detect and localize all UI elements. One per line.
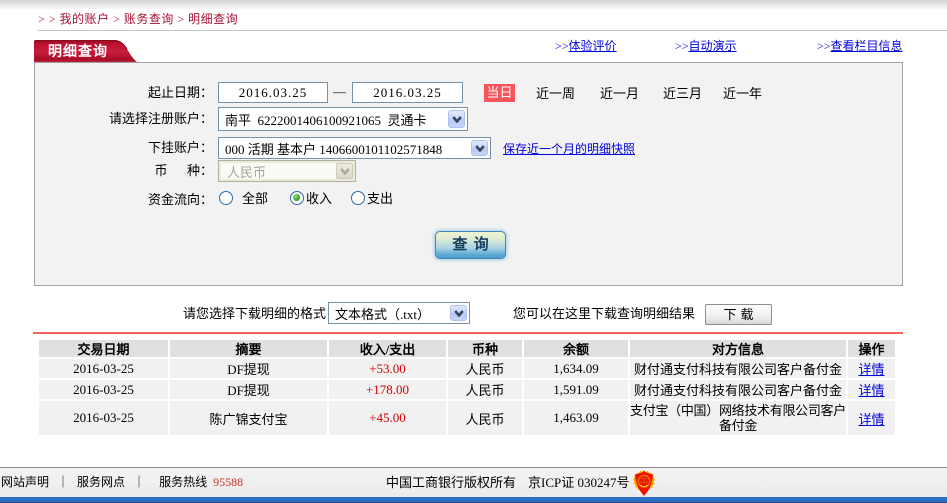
date-range-label: 起止日期：	[147, 85, 213, 100]
date-from-input[interactable]	[218, 82, 328, 103]
chevron-glyph	[453, 309, 464, 317]
detail-link[interactable]: 详情	[858, 359, 884, 378]
chevron-glyph	[451, 115, 462, 123]
cell-counterparty: 财付通支付科技有限公司客户备付金	[630, 359, 846, 378]
footer-copyright: 中国工商银行版权所有 京ICP证 030247号	[386, 475, 630, 490]
cell-date: 2016-03-25	[39, 380, 168, 399]
col-header-counterparty: 对方信息	[630, 340, 846, 357]
chevron-glyph	[339, 167, 350, 175]
table-top-divider	[33, 332, 903, 334]
date-to-input[interactable]	[352, 82, 463, 103]
download-format-select[interactable]: 文本格式（.txt）	[328, 302, 470, 324]
radio-expense-label[interactable]: 支出	[367, 190, 393, 207]
footer-link-branches[interactable]: 服务网点	[77, 475, 125, 489]
detail-link[interactable]: 详情	[858, 380, 884, 399]
breadcrumb-item-detail-query[interactable]: 明细查询	[188, 12, 238, 26]
cell-action: 详情	[848, 380, 895, 399]
download-button[interactable]: 下载	[705, 304, 772, 325]
footer-bottom-bar	[0, 497, 947, 503]
link-column-info[interactable]: >>查看栏目信息	[817, 39, 903, 54]
chevron-down-icon[interactable]	[450, 305, 467, 321]
chevron-down-icon[interactable]	[448, 110, 465, 128]
cell-summary: DF提现	[170, 380, 327, 399]
cell-date: 2016-03-25	[39, 359, 168, 378]
col-header-action: 操作	[848, 340, 895, 357]
cell-date: 2016-03-25	[39, 401, 168, 435]
cell-amount: +178.00	[329, 380, 446, 399]
quick-range-month[interactable]: 近一月	[600, 85, 639, 102]
top-gradient-strip	[0, 0, 947, 9]
cell-counterparty: 财付通支付科技有限公司客户备付金	[630, 380, 846, 399]
transaction-table: 交易日期 摘要 收入/支出 币种 余额 对方信息 操作 2016-03-25 D…	[39, 340, 895, 435]
save-snapshot-link[interactable]: 保存近一个月的明细快照	[503, 142, 635, 157]
register-account-select[interactable]: 南平 6222001406100921065 灵通卡	[218, 107, 468, 131]
cell-counterparty: 支付宝（中国）网络技术有限公司客户备付金	[630, 401, 846, 435]
hotline-number: 95588	[213, 475, 244, 489]
fund-flow-label: 资金流向：	[147, 192, 213, 207]
breadcrumb-separator: >	[173, 12, 189, 26]
footer-links: 网站声明 ｜ 服务网点 ｜ 服务热线 95588	[1, 475, 243, 490]
currency-label: 币 种：	[154, 163, 213, 178]
radio-expense[interactable]	[351, 191, 365, 205]
date-range-separator: —	[333, 84, 346, 99]
breadcrumb-prefix: > >	[38, 12, 60, 26]
cell-currency: 人民币	[448, 359, 522, 378]
quick-range-year[interactable]: 近一年	[723, 85, 762, 102]
download-hint-label: 您可以在这里下载查询明细结果	[513, 306, 696, 321]
radio-all-label[interactable]: 全部	[242, 190, 268, 207]
tab-label: 明细查询	[48, 43, 108, 59]
chevron-down-icon	[336, 163, 353, 179]
cell-amount: +45.00	[329, 401, 446, 435]
hotline-label: 服务热线	[159, 475, 208, 489]
download-format-label: 请您选择下载明细的格式	[182, 306, 326, 321]
icp-number: 京ICP证 030247号	[528, 475, 630, 490]
sub-account-select[interactable]: 000 活期 基本户 1406600101102571848	[218, 137, 491, 159]
quick-range-week[interactable]: 近一周	[536, 85, 575, 102]
cell-balance: 1,634.09	[524, 359, 628, 378]
breadcrumb-item-account-query[interactable]: 账务查询	[124, 12, 174, 26]
breadcrumb: > > 我的账户 > 账务查询 > 明细查询	[38, 11, 238, 27]
cell-action: 详情	[848, 359, 895, 378]
today-button[interactable]: 当日	[484, 84, 515, 102]
radio-income-selected[interactable]	[290, 191, 304, 205]
col-header-currency: 币种	[448, 340, 522, 357]
icp-badge-icon[interactable]	[633, 470, 655, 497]
radio-all[interactable]	[219, 191, 233, 205]
breadcrumb-item-my-account[interactable]: 我的账户	[60, 12, 110, 26]
register-account-label: 请选择注册账户：	[108, 111, 213, 126]
col-header-amount: 收入/支出	[329, 340, 446, 357]
chevron-glyph	[474, 144, 485, 152]
footer-link-statement[interactable]: 网站声明	[1, 475, 49, 489]
col-header-summary: 摘要	[170, 340, 327, 357]
cell-amount: +53.00	[329, 359, 446, 378]
footer-separator: ｜	[57, 475, 70, 489]
breadcrumb-divider	[38, 30, 947, 31]
chevron-down-icon[interactable]	[471, 140, 488, 156]
sub-account-label: 下挂账户：	[147, 140, 213, 155]
quick-range-quarter[interactable]: 近三月	[663, 85, 702, 102]
currency-select-disabled: 人民币	[218, 160, 356, 182]
footer-separator: ｜	[133, 475, 146, 489]
link-auto-demo[interactable]: >>自动演示	[675, 39, 737, 54]
cell-action: 详情	[848, 401, 895, 435]
detail-link[interactable]: 详情	[858, 409, 884, 428]
link-experience-review[interactable]: >>体验评价	[555, 39, 617, 54]
cell-balance: 1,463.09	[524, 401, 628, 435]
col-header-balance: 余额	[524, 340, 628, 357]
cell-currency: 人民币	[448, 401, 522, 435]
cell-summary: 陈广锦支付宝	[170, 401, 327, 435]
col-header-date: 交易日期	[39, 340, 168, 357]
cell-balance: 1,591.09	[524, 380, 628, 399]
query-button[interactable]: 查 询	[435, 231, 506, 259]
radio-income-label[interactable]: 收入	[306, 190, 332, 207]
cell-summary: DF提现	[170, 359, 327, 378]
cell-currency: 人民币	[448, 380, 522, 399]
breadcrumb-separator: >	[109, 12, 124, 26]
